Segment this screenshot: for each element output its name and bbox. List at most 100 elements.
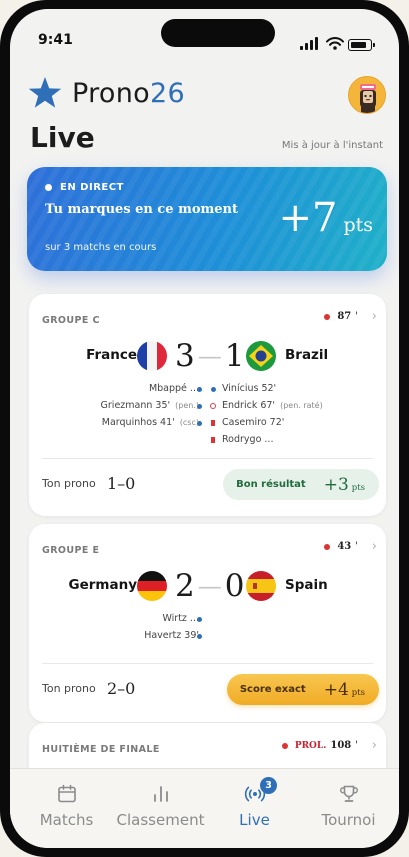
goal-event: Marquinhos 41' (csc) [101,417,199,428]
match-minute: 43 ' [324,541,358,552]
match-minute-value: 108 [330,740,352,751]
live-dot-icon [324,543,331,550]
card-divider [42,458,373,459]
tab-live[interactable]: 3 Live [206,777,303,829]
result-points: +3 pts [323,474,365,495]
card-event: Casemiro 72' [222,417,285,428]
match-group: GROUPE C [42,315,100,326]
result-label: Score exact [239,684,306,695]
match-group: HUITIÈME DE FINALE [42,744,160,755]
match-score: 3 — 1 [175,338,245,374]
card-event: Rodrygo ... [222,434,274,445]
cellular-signal-icon [300,37,320,50]
calendar-icon [57,784,76,803]
goal-dot-icon [197,617,202,622]
banner-subtitle: sur 3 matchs en cours [45,242,157,253]
status-time: 9:41 [38,32,73,48]
app-screen: 9:41 Prono26 Live Mis à jour à l'instant… [10,9,399,848]
away-score: 0 [224,568,245,604]
goal-dot-icon [197,404,202,409]
banner-headline: Tu marques en ce moment [45,202,239,217]
goal-event: Griezmann 35' (pen.) [100,400,199,411]
tab-classement[interactable]: Classement [112,783,209,829]
tab-label: Live [239,811,270,829]
away-team-name: Brazil [285,347,329,363]
result-label: Bon résultat [236,479,306,490]
bottom-tab-bar: Matchs Classement 3 Live Tournoi [10,768,399,848]
tab-label: Classement [116,811,205,829]
goal-dot-icon [211,387,216,392]
star-icon [28,77,62,108]
app-logo: Prono26 [28,75,185,111]
match-minute-value: 87 [337,311,352,322]
tab-tournoi[interactable]: Tournoi [300,783,397,829]
user-avatar[interactable] [348,76,386,114]
chevron-right-icon[interactable]: › [372,539,377,554]
bar-chart-icon [153,786,168,802]
live-points-banner[interactable]: EN DIRECT Tu marques en ce moment sur 3 … [27,167,387,271]
trophy-icon [339,785,358,802]
last-updated-text: Mis à jour à l'instant [281,140,383,151]
live-dot-icon [281,742,288,749]
home-score: 3 [175,338,195,374]
away-score: 1 [224,338,245,374]
match-score: 2 — 0 [175,568,245,604]
brand-name: Prono [72,77,150,109]
result-badge: Bon résultat +3 pts [223,469,379,500]
dynamic-island [161,19,275,47]
away-team-name: Spain [285,577,328,593]
home-scorers: Wirtz ... Havertz 39' [144,610,199,644]
chevron-right-icon[interactable]: › [372,309,377,324]
battery-icon [348,39,375,51]
card-divider [42,663,373,664]
live-tag-label: EN DIRECT [60,182,124,193]
avatar-person-icon [360,84,376,113]
home-team-name: Germany [68,577,137,593]
tab-label: Matchs [39,811,94,829]
tab-label: Tournoi [321,811,376,829]
live-tag: EN DIRECT [45,182,124,193]
goal-dot-icon [197,421,202,426]
page-title: Live [30,121,95,154]
live-points: +7 pts [278,195,373,241]
goal-event: Mbappé ... [148,383,199,394]
missed-penalty-event: Endrick 67' (pen. raté) [222,400,323,411]
home-scorers: Mbappé ... Griezmann 35' (pen.) Marquinh… [101,380,199,431]
result-badge: Score exact +4 pts [226,674,379,705]
home-team-name: France [86,347,137,363]
goal-dot-icon [197,634,202,639]
wifi-icon [326,37,344,50]
match-card[interactable]: GROUPE C 87 ' › France 3 — 1 Brazil Mbapp… [29,294,386,516]
tab-matchs[interactable]: Matchs [18,783,115,829]
phone-frame: 9:41 Prono26 Live Mis à jour à l'instant… [0,0,409,857]
overtime-label: PROL. [294,740,327,751]
goal-dot-icon [197,387,202,392]
prono-label: Ton prono [42,477,96,490]
brand-number: 26 [149,77,185,109]
match-card[interactable]: GROUPE E 43 ' › Germany 2 — 0 Spain Wirtz [29,524,386,722]
germany-flag-icon [137,571,167,601]
goal-event: Havertz 39' [144,630,199,641]
status-bar: 9:41 [10,9,399,59]
match-minute: 87 ' [324,311,358,322]
goal-event: Vinícius 52' [222,383,277,394]
match-minute-value: 43 [337,541,352,552]
app-name: Prono26 [72,78,185,109]
match-group: GROUPE E [42,545,100,556]
france-flag-icon [137,341,167,371]
prono-score: 1–0 [107,474,136,493]
home-score: 2 [175,568,195,604]
live-points-unit: pts [343,214,373,236]
live-points-value: +7 [278,195,338,241]
chevron-right-icon[interactable]: › [372,738,377,753]
brazil-flag-icon [246,341,276,371]
spain-flag-icon [246,571,276,601]
live-dot-icon [324,313,331,320]
away-scorers: Vinícius 52' Endrick 67' (pen. raté) Cas… [222,380,323,448]
goal-event: Wirtz ... [162,613,199,624]
live-dot-icon [45,184,52,191]
result-points: +4 pts [323,679,365,700]
prono-label: Ton prono [42,682,96,695]
match-minute: PROL. 108 ' [281,740,358,751]
red-card-icon [211,437,215,443]
